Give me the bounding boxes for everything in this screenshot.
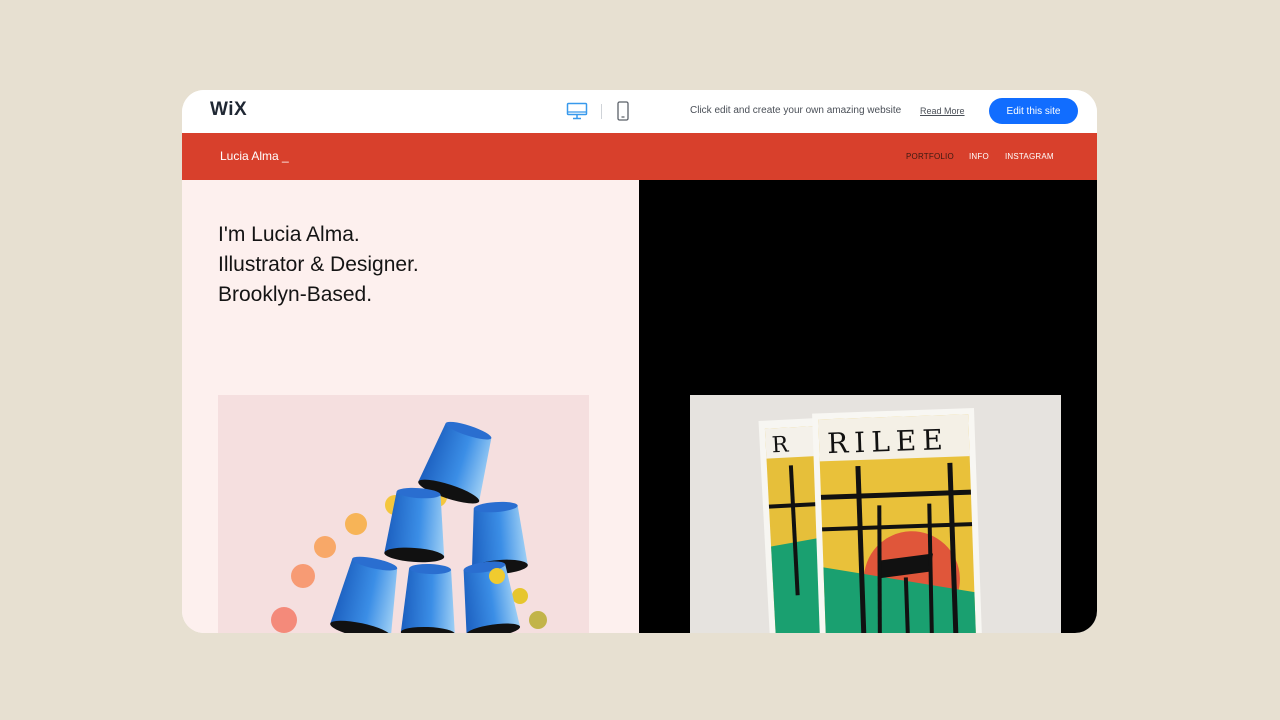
hero-line-role: Illustrator & Designer.: [218, 253, 419, 276]
mobile-icon[interactable]: [616, 101, 630, 121]
portfolio-panel: R RILEE: [639, 180, 1097, 633]
edit-site-button[interactable]: Edit this site: [989, 98, 1078, 124]
hero-line-location: Brooklyn-Based.: [218, 283, 373, 306]
wix-top-bar: WiX Click edit and create your own amazi…: [182, 90, 1097, 133]
book-title: RILEE: [827, 423, 950, 460]
nav-instagram[interactable]: INSTAGRAM: [1005, 152, 1054, 161]
browser-frame: WiX Click edit and create your own amazi…: [182, 90, 1097, 633]
nav-info[interactable]: INFO: [969, 152, 989, 161]
intro-panel: I'm Lucia Alma. Illustrator & Designer. …: [182, 180, 639, 633]
cups-illustration[interactable]: [218, 395, 589, 633]
read-more-link[interactable]: Read More: [920, 106, 965, 116]
site-name[interactable]: Lucia Alma _: [220, 149, 289, 163]
books-photo[interactable]: R RILEE: [690, 395, 1061, 633]
desktop-icon[interactable]: [566, 102, 588, 120]
promo-text: Click edit and create your own amazing w…: [690, 105, 902, 116]
hero-line-name: I'm Lucia Alma.: [218, 223, 360, 246]
device-divider: [601, 104, 602, 119]
nav-portfolio[interactable]: PORTFOLIO: [906, 152, 954, 161]
wix-logo: WiX: [210, 99, 248, 120]
hero-heading: I'm Lucia Alma. Illustrator & Designer. …: [218, 220, 419, 310]
site-header: Lucia Alma _ PORTFOLIO INFO INSTAGRAM: [182, 133, 1097, 180]
back-book-letter: R: [771, 432, 790, 458]
